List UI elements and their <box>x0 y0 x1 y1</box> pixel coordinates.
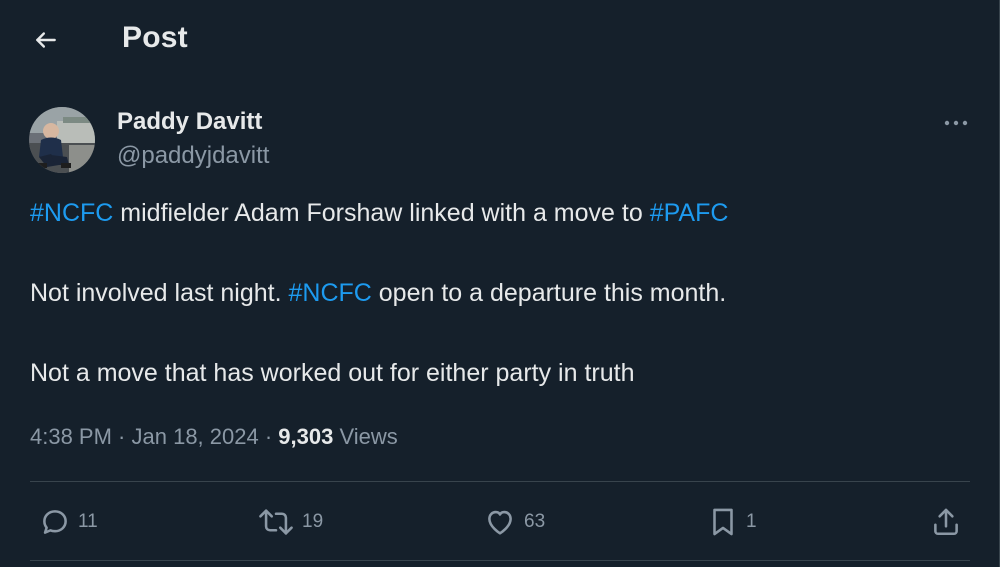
share-button[interactable] <box>928 502 964 542</box>
reply-button[interactable]: 11 <box>38 502 98 542</box>
author-handle[interactable]: @paddyjdavitt <box>117 142 269 170</box>
post-time[interactable]: 4:38 PM <box>30 424 112 449</box>
post-meta: 4:38 PM · Jan 18, 2024 · 9,303 Views <box>30 424 398 450</box>
tweet-text: Not a move that has worked out for eithe… <box>30 359 635 387</box>
more-dots-icon <box>944 119 968 127</box>
tweet-text: Not involved last night. <box>30 279 289 307</box>
page-title: Post <box>122 21 188 54</box>
like-count: 63 <box>524 511 546 532</box>
tweet-text: open to a departure this month. <box>371 279 727 307</box>
header: Post <box>0 0 1000 80</box>
reply-count: 11 <box>78 511 98 532</box>
hashtag-link[interactable]: #PAFC <box>650 199 729 227</box>
repost-count: 19 <box>302 511 324 532</box>
views-label: Views <box>333 424 398 449</box>
repost-icon <box>256 505 296 539</box>
like-button[interactable]: 63 <box>482 502 545 542</box>
hashtag-link[interactable]: #NCFC <box>288 279 371 307</box>
separator: · <box>258 424 279 449</box>
bookmark-count: 1 <box>746 511 757 532</box>
hashtag-link[interactable]: #NCFC <box>30 199 113 227</box>
post-date[interactable]: Jan 18, 2024 <box>132 424 259 449</box>
more-options-button[interactable] <box>936 108 976 138</box>
divider <box>30 481 970 482</box>
tweet-line-1: #NCFC midfielder Adam Forshaw linked wit… <box>30 199 728 228</box>
tweet-line-2: Not involved last night. #NCFC open to a… <box>30 279 726 308</box>
bookmark-button[interactable]: 1 <box>706 502 757 542</box>
avatar[interactable] <box>29 107 95 173</box>
back-button[interactable] <box>22 18 70 62</box>
views-count[interactable]: 9,303 <box>278 424 333 449</box>
author-name[interactable]: Paddy Davitt <box>117 108 262 136</box>
share-icon <box>928 505 964 539</box>
tweet-line-3: Not a move that has worked out for eithe… <box>30 359 634 388</box>
repost-button[interactable]: 19 <box>256 502 323 542</box>
heart-icon <box>482 505 518 539</box>
reply-icon <box>38 505 72 539</box>
tweet-text: midfielder Adam Forshaw linked with a mo… <box>113 199 650 227</box>
separator: · <box>111 424 132 449</box>
arrow-left-icon <box>33 27 59 53</box>
divider <box>30 560 970 561</box>
bookmark-icon <box>706 505 740 539</box>
